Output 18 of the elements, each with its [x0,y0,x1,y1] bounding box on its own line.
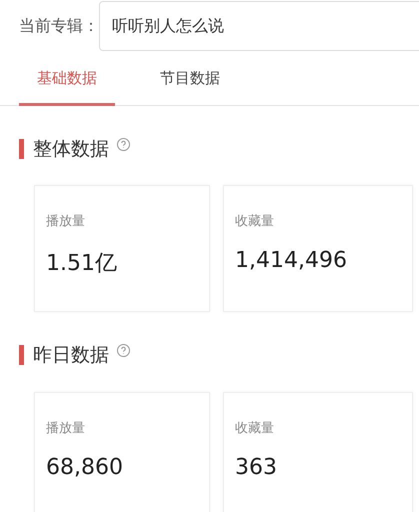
stat-value: 363 [235,455,278,480]
help-icon[interactable] [117,344,130,356]
album-field[interactable]: 听听别人怎么说 [99,1,419,51]
stat-label: 播放量 [46,420,86,437]
section-title: 整体数据 [33,137,109,162]
section-marker [19,345,24,365]
stat-value: 1,414,496 [235,248,348,273]
stat-label: 收藏量 [235,213,275,230]
section-title: 昨日数据 [33,343,109,368]
album-label: 当前专辑： [19,16,99,36]
stat-label: 收藏量 [235,420,275,437]
tab[interactable]: 节目数据 [115,54,265,106]
help-icon[interactable] [117,138,130,150]
stat-label: 播放量 [46,213,86,230]
section-marker [19,139,24,159]
tab[interactable]: 基础数据 [19,54,115,106]
stat-value: 68,860 [46,455,124,480]
stat-value: 1.51亿 [46,250,118,278]
